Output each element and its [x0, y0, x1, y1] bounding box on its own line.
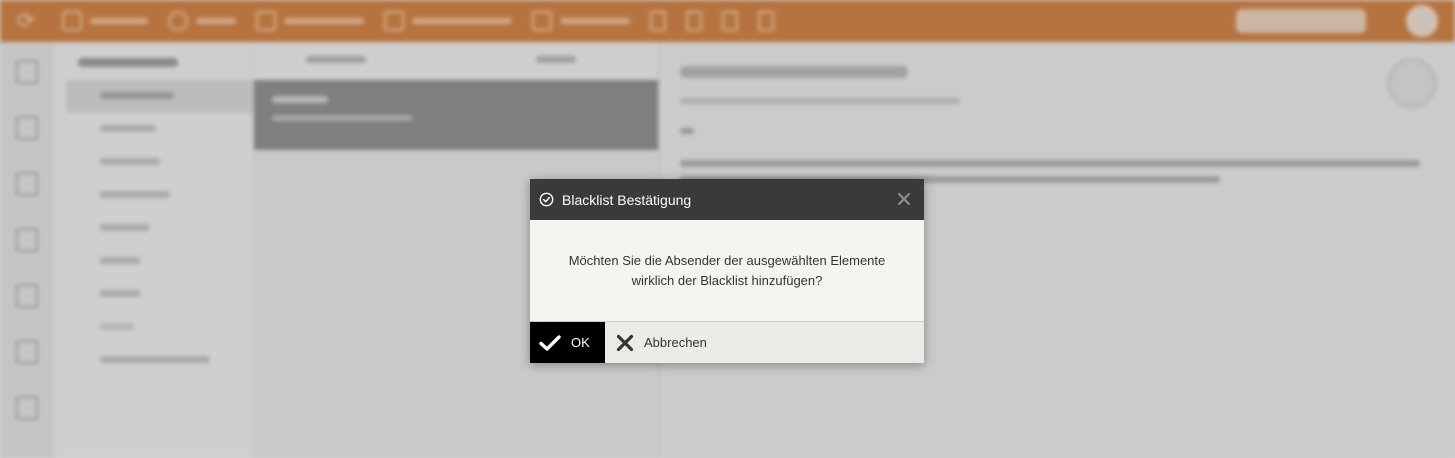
- ok-button-label: OK: [571, 335, 590, 350]
- checkmark-icon: [539, 334, 561, 351]
- check-circle-icon: [539, 192, 554, 207]
- ok-button[interactable]: OK: [530, 322, 605, 363]
- dialog-header: Blacklist Bestätigung: [530, 179, 924, 220]
- dialog-footer: OK Abbrechen: [530, 322, 924, 363]
- dialog-message: Möchten Sie die Absender der ausgewählte…: [568, 252, 886, 288]
- cancel-button-label: Abbrechen: [644, 335, 707, 350]
- close-icon[interactable]: [896, 191, 912, 207]
- cancel-button[interactable]: Abbrechen: [605, 322, 707, 363]
- dialog-title: Blacklist Bestätigung: [562, 191, 692, 208]
- blacklist-confirm-dialog: Blacklist Bestätigung Möchten Sie die Ab…: [530, 179, 924, 363]
- dialog-body: Möchten Sie die Absender der ausgewählte…: [530, 220, 924, 322]
- cross-icon: [616, 334, 634, 351]
